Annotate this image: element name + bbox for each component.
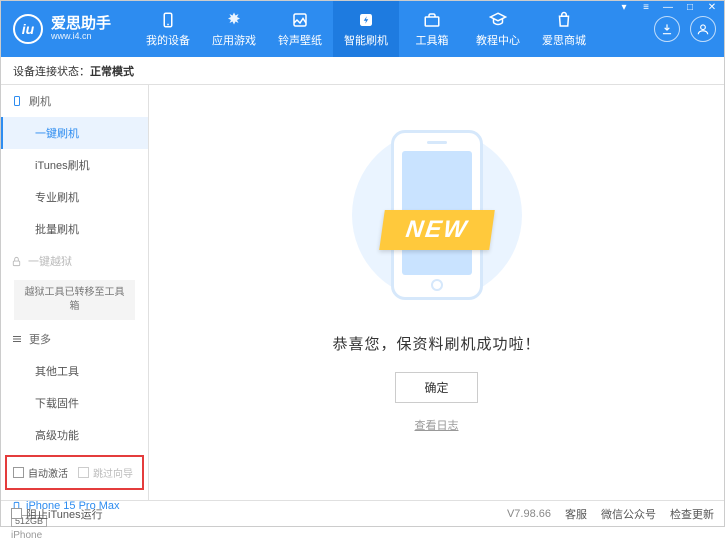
wallpaper-icon — [291, 11, 309, 29]
lock-icon — [11, 256, 22, 267]
phone-icon — [11, 95, 23, 107]
sidebar-group-flash[interactable]: 刷机 — [1, 85, 148, 117]
sidebar-item-download-firmware[interactable]: 下载固件 — [1, 387, 148, 419]
success-message: 恭喜您，保资料刷机成功啦！ — [332, 333, 540, 354]
sidebar: 刷机 一键刷机 iTunes刷机 专业刷机 批量刷机 一键越狱 越狱工具已转移至… — [1, 85, 149, 500]
view-log-link[interactable]: 查看日志 — [415, 417, 459, 433]
nav-store[interactable]: 爱思商城 — [531, 1, 597, 57]
footer-wechat[interactable]: 微信公众号 — [601, 506, 656, 522]
footer-check-update[interactable]: 检查更新 — [670, 506, 714, 522]
sidebar-jailbreak-note[interactable]: 越狱工具已转移至工具箱 — [14, 280, 135, 320]
nav-ringtones[interactable]: 铃声壁纸 — [267, 1, 333, 57]
checkbox-skip-guide[interactable]: 跳过向导 — [78, 465, 133, 480]
footer-support[interactable]: 客服 — [565, 506, 587, 522]
sidebar-group-more[interactable]: 更多 — [1, 323, 148, 355]
apps-icon — [225, 11, 243, 29]
sidebar-item-batch-flash[interactable]: 批量刷机 — [1, 213, 148, 245]
logo-subtitle: www.i4.cn — [51, 32, 111, 42]
ok-button[interactable]: 确定 — [395, 372, 477, 403]
minimize-icon[interactable]: — — [661, 2, 675, 13]
user-button[interactable] — [690, 16, 716, 42]
nav-my-device[interactable]: 我的设备 — [135, 1, 201, 57]
checkbox-block-itunes[interactable]: 阻止iTunes运行 — [11, 506, 103, 522]
logo-title: 爱思助手 — [51, 16, 111, 33]
sidebar-item-other-tools[interactable]: 其他工具 — [1, 355, 148, 387]
nav-toolbox[interactable]: 工具箱 — [399, 1, 465, 57]
close-icon[interactable]: ✕ — [705, 2, 719, 13]
sidebar-group-jailbreak: 一键越狱 — [1, 245, 148, 277]
maximize-icon[interactable]: □ — [683, 2, 697, 13]
wc-list-icon[interactable]: ≡ — [639, 2, 653, 13]
nav-apps[interactable]: 应用游戏 — [201, 1, 267, 57]
flash-icon — [357, 11, 375, 29]
footer: 阻止iTunes运行 V7.98.66 客服 微信公众号 检查更新 — [1, 500, 724, 526]
device-icon — [159, 11, 177, 29]
menu-icon — [11, 333, 23, 345]
download-button[interactable] — [654, 16, 680, 42]
sidebar-item-pro-flash[interactable]: 专业刷机 — [1, 181, 148, 213]
logo-icon: iu — [13, 14, 43, 44]
status-bar: 设备连接状态： 正常模式 — [1, 57, 724, 85]
status-value: 正常模式 — [90, 63, 134, 79]
version-label: V7.98.66 — [507, 508, 551, 520]
tutorial-icon — [489, 11, 507, 29]
sidebar-item-oneclick-flash[interactable]: 一键刷机 — [1, 117, 148, 149]
nav-tutorials[interactable]: 教程中心 — [465, 1, 531, 57]
wc-menu-icon[interactable]: ▾ — [617, 2, 631, 13]
toolbox-icon — [423, 11, 441, 29]
new-ribbon: NEW — [379, 210, 495, 250]
main-content: NEW 恭喜您，保资料刷机成功啦！ 确定 查看日志 — [149, 85, 724, 500]
store-icon — [555, 11, 573, 29]
sidebar-item-advanced[interactable]: 高级功能 — [1, 419, 148, 451]
device-type: iPhone — [11, 530, 138, 541]
logo: iu 爱思助手 www.i4.cn — [13, 14, 135, 44]
checkbox-auto-activate[interactable]: 自动激活 — [13, 465, 68, 480]
success-illustration: NEW — [337, 115, 537, 315]
status-prefix: 设备连接状态： — [13, 63, 90, 79]
app-header: iu 爱思助手 www.i4.cn 我的设备 应用游戏 铃声壁纸 智能刷机 — [1, 1, 724, 57]
sidebar-item-itunes-flash[interactable]: iTunes刷机 — [1, 149, 148, 181]
nav-flash[interactable]: 智能刷机 — [333, 1, 399, 57]
top-nav: 我的设备 应用游戏 铃声壁纸 智能刷机 工具箱 教程中心 — [135, 1, 597, 57]
checkbox-highlight-box: 自动激活 跳过向导 — [5, 455, 144, 490]
